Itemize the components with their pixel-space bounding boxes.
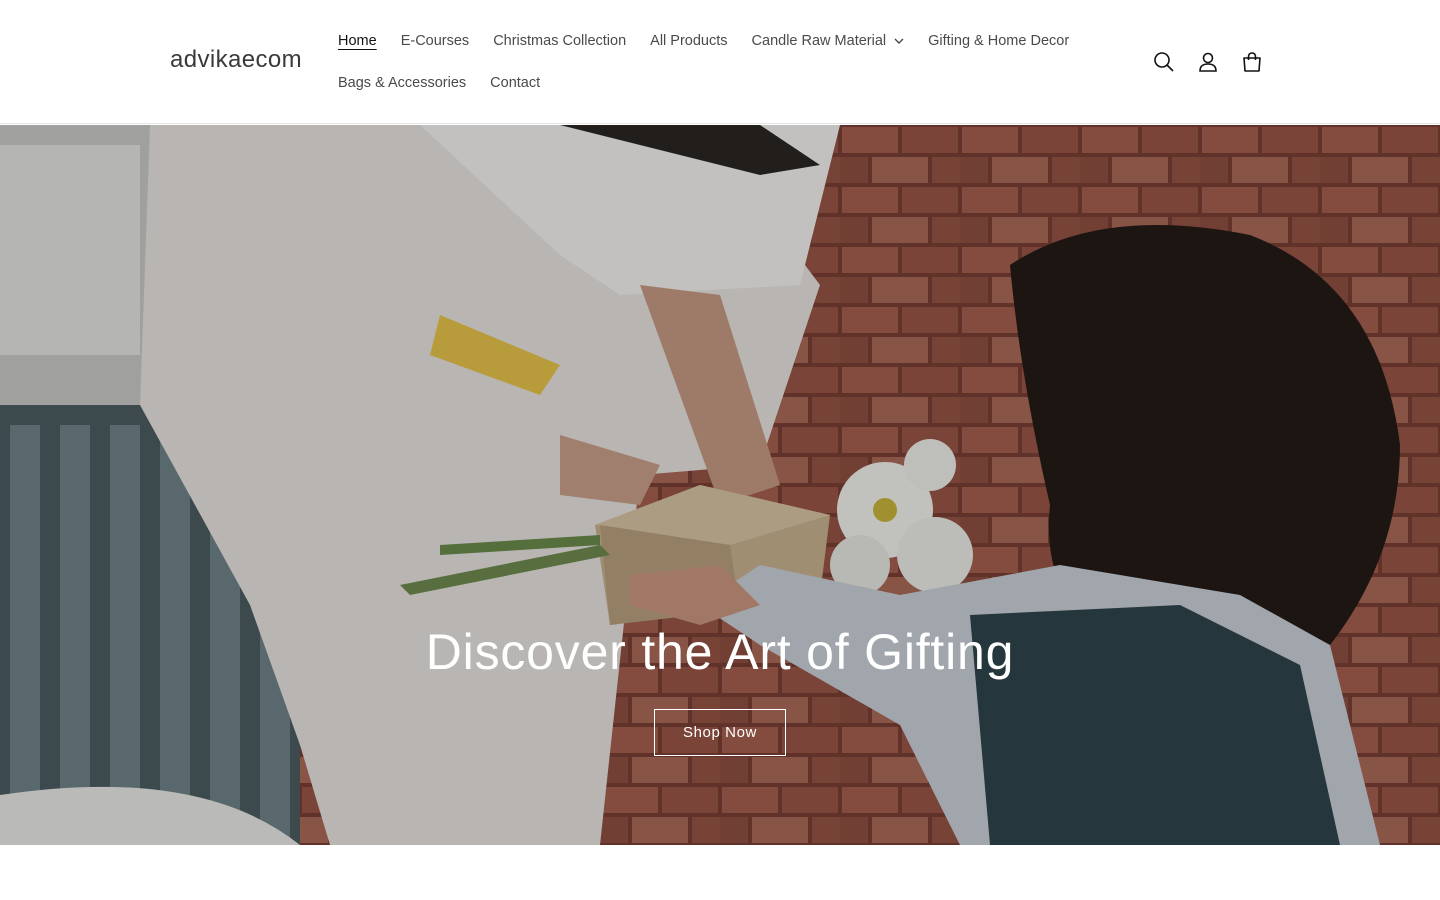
hero-banner: Discover the Art of Gifting Shop Now	[0, 125, 1440, 845]
nav-item-candle-raw-material-label: Candle Raw Material	[751, 33, 887, 49]
nav-item-bags-accessories[interactable]: Bags & Accessories	[338, 75, 466, 91]
search-button[interactable]	[1150, 48, 1178, 76]
nav-row-1: Home E-Courses Christmas Collection All …	[338, 28, 1128, 54]
nav-item-christmas-collection[interactable]: Christmas Collection	[493, 33, 626, 49]
main-nav: Home E-Courses Christmas Collection All …	[338, 28, 1128, 112]
nav-item-gifting-home-decor[interactable]: Gifting & Home Decor	[928, 33, 1069, 49]
nav-item-contact[interactable]: Contact	[490, 75, 540, 91]
nav-item-all-products[interactable]: All Products	[650, 33, 727, 49]
nav-row-2: Bags & Accessories Contact	[338, 70, 1128, 96]
shop-now-button[interactable]: Shop Now	[654, 709, 786, 756]
hero-title: Discover the Art of Gifting	[425, 624, 1015, 680]
site-header: advikaecom Home E-Courses Christmas Coll…	[0, 0, 1440, 124]
nav-item-e-courses[interactable]: E-Courses	[401, 33, 470, 49]
chevron-down-icon	[894, 38, 904, 44]
cart-icon	[1243, 52, 1261, 72]
nav-item-home[interactable]: Home	[338, 33, 377, 49]
header-icons	[1150, 48, 1266, 76]
site-logo[interactable]: advikaecom	[170, 46, 302, 74]
account-icon	[1199, 52, 1217, 72]
account-button[interactable]	[1194, 48, 1222, 76]
cart-button[interactable]	[1238, 48, 1266, 76]
nav-item-candle-raw-material[interactable]: Candle Raw Material	[752, 33, 905, 49]
search-icon	[1154, 52, 1174, 72]
